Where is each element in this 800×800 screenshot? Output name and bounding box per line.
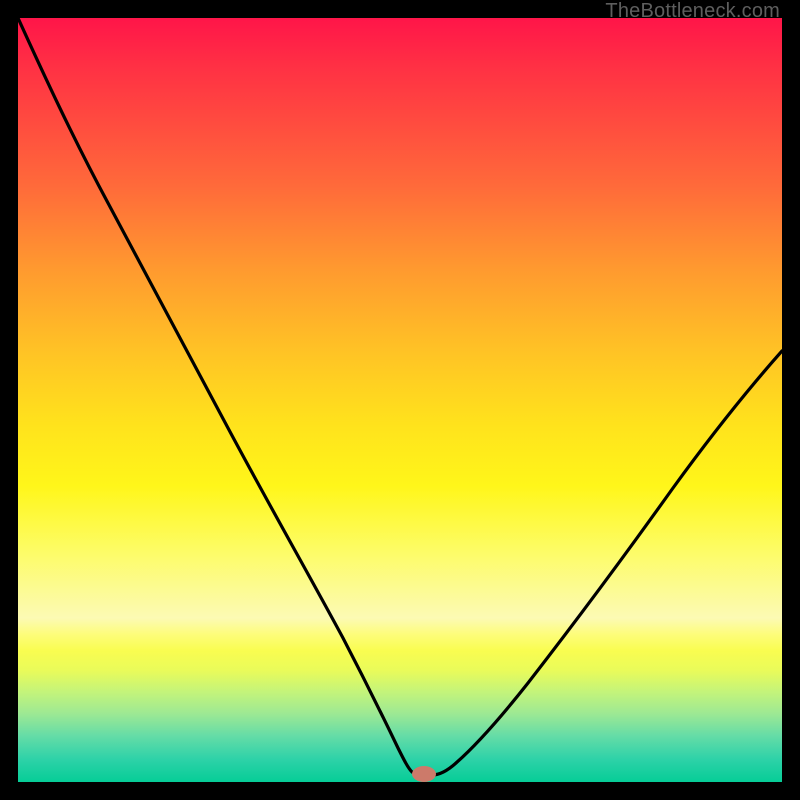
watermark-text: TheBottleneck.com	[605, 0, 780, 23]
optimal-point-marker	[412, 766, 436, 782]
bottleneck-curve-path	[18, 18, 782, 775]
chart-frame: TheBottleneck.com	[0, 0, 800, 800]
bottleneck-curve-svg	[18, 18, 782, 782]
plot-area	[18, 18, 782, 782]
